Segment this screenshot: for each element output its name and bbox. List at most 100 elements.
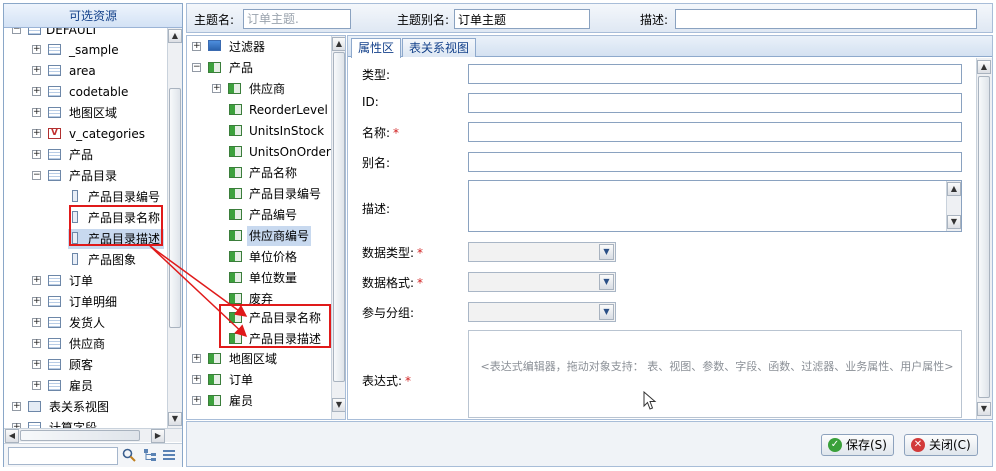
resource-search-input[interactable] (8, 447, 118, 465)
expand-icon[interactable]: + (32, 129, 41, 138)
expand-icon[interactable]: + (32, 108, 41, 117)
tree-node-product[interactable]: + 产品 (28, 145, 167, 165)
scroll-down-icon[interactable]: ▼ (977, 402, 991, 416)
expand-icon[interactable]: + (192, 375, 201, 384)
expression-editor[interactable]: <表达式编辑器，拖动对象支持： 表、视图、参数、字段、函数、过滤器、业务属性、用… (468, 330, 962, 418)
tree-node-employee[interactable]: + 雇员 (28, 376, 167, 396)
scroll-down-icon[interactable]: ▼ (332, 398, 345, 412)
tree-field-supplier-id[interactable]: 供应商编号 (227, 226, 331, 246)
tree-node-area[interactable]: + area (28, 61, 167, 81)
id-input[interactable] (468, 93, 962, 113)
tree-node-filters[interactable]: + 过滤器 (189, 37, 329, 57)
tree-field-category-id[interactable]: 产品目录编号 (227, 184, 331, 204)
scroll-thumb[interactable] (978, 76, 990, 398)
tree-node-product[interactable]: − 产品 (189, 58, 329, 78)
name-input[interactable] (468, 122, 962, 142)
tree-field-units-on-order[interactable]: UnitsOnOrder (227, 142, 331, 162)
scroll-up-icon[interactable]: ▲ (977, 60, 991, 74)
tree-node-product-category[interactable]: − 产品目录 (28, 166, 167, 186)
resource-tree-horizontal-scrollbar[interactable]: ◀ ▶ (4, 428, 182, 443)
expand-icon[interactable]: + (32, 360, 41, 369)
scroll-up-icon[interactable]: ▲ (947, 182, 961, 196)
tree-node-shipper[interactable]: + 发货人 (28, 313, 167, 333)
tree-node-codetable[interactable]: + codetable (28, 82, 167, 102)
tree-field-product-name[interactable]: 产品名称 (227, 163, 331, 183)
tree-field-unit-quantity[interactable]: 单位数量 (227, 268, 331, 288)
tree-node-v-categories[interactable]: + V v_categories (28, 124, 167, 144)
description-scrollbar[interactable]: ▲ ▼ (946, 181, 961, 231)
alias-input[interactable] (468, 152, 962, 172)
scroll-thumb[interactable] (333, 52, 345, 382)
list-view-icon[interactable] (162, 448, 176, 462)
collapse-icon[interactable]: − (12, 28, 21, 34)
expand-icon[interactable]: + (12, 402, 21, 411)
expand-icon[interactable]: + (192, 354, 201, 363)
tree-node-default[interactable]: − DEFAULT (8, 28, 167, 40)
subject-tree-scrollbar[interactable]: ▲ ▼ (331, 36, 345, 419)
tree-view-icon[interactable] (143, 448, 157, 462)
tree-node-order[interactable]: + 订单 (189, 370, 329, 390)
tree-field-units-in-stock[interactable]: UnitsInStock (227, 121, 331, 141)
name-label-text: 名称: (362, 126, 391, 140)
tree-node-order[interactable]: + 订单 (28, 271, 167, 291)
id-label: ID: (362, 95, 379, 109)
expand-icon[interactable]: + (32, 66, 41, 75)
tree-field-product-id[interactable]: 产品编号 (227, 205, 331, 225)
tab-table-relation-view[interactable]: 表关系视图 (402, 38, 477, 57)
expand-icon[interactable]: + (32, 297, 41, 306)
tree-node-supplier[interactable]: + 供应商 (28, 334, 167, 354)
scroll-up-icon[interactable]: ▲ (168, 29, 182, 43)
close-button[interactable]: ✕ 关闭(C) (904, 434, 978, 456)
tree-field-unit-price[interactable]: 单位价格 (227, 247, 331, 267)
type-input[interactable] (468, 64, 962, 84)
chevron-down-icon[interactable]: ▼ (599, 274, 614, 290)
chevron-down-icon[interactable]: ▼ (599, 244, 614, 260)
table-icon (48, 86, 61, 97)
tree-node-supplier[interactable]: + 供应商 (209, 79, 329, 99)
tree-field-reorder-level[interactable]: ReorderLevel (227, 100, 331, 120)
description-input[interactable] (675, 9, 977, 29)
expand-icon[interactable]: + (192, 396, 201, 405)
expand-icon[interactable]: + (32, 150, 41, 159)
expand-icon[interactable]: + (32, 87, 41, 96)
collapse-icon[interactable]: − (32, 171, 41, 180)
expand-icon[interactable]: + (32, 339, 41, 348)
scroll-thumb[interactable] (169, 88, 181, 328)
chevron-down-icon[interactable]: ▼ (599, 304, 614, 320)
tree-node-calculated-fields[interactable]: + 计算字段 (8, 418, 167, 428)
expand-icon[interactable]: + (32, 318, 41, 327)
expand-icon[interactable]: + (32, 276, 41, 285)
scroll-right-icon[interactable]: ▶ (151, 429, 165, 443)
tree-node-map-region[interactable]: + 地图区域 (189, 349, 329, 369)
scroll-thumb[interactable] (20, 430, 140, 441)
tree-node-employee[interactable]: + 雇员 (189, 391, 329, 411)
tree-field-product-image[interactable]: 产品图象 (68, 250, 167, 270)
tree-node-customer[interactable]: + 顾客 (28, 355, 167, 375)
expand-icon[interactable]: + (32, 381, 41, 390)
grouping-select[interactable]: ▼ (468, 302, 616, 322)
tree-field-category-id[interactable]: 产品目录编号 (68, 187, 167, 207)
search-icon[interactable] (122, 448, 136, 462)
save-button[interactable]: ✓ 保存(S) (821, 434, 894, 456)
scroll-left-icon[interactable]: ◀ (5, 429, 19, 443)
collapse-icon[interactable]: − (192, 63, 201, 72)
resource-tree-vertical-scrollbar[interactable]: ▲ ▼ (167, 28, 182, 428)
tree-node-order-detail[interactable]: + 订单明细 (28, 292, 167, 312)
expand-icon[interactable]: + (32, 45, 41, 54)
scroll-up-icon[interactable]: ▲ (332, 37, 345, 51)
tree-node-table-relation-view[interactable]: + 表关系视图 (8, 397, 167, 417)
expand-icon[interactable]: + (192, 42, 201, 51)
dataformat-select[interactable]: ▼ (468, 272, 616, 292)
subject-name-input[interactable] (243, 9, 351, 29)
description-textarea[interactable]: ▲ ▼ (468, 180, 962, 232)
expand-icon[interactable]: + (212, 84, 221, 93)
scroll-down-icon[interactable]: ▼ (947, 215, 961, 229)
datatype-select[interactable]: ▼ (468, 242, 616, 262)
tab-properties[interactable]: 属性区 (351, 38, 402, 58)
tree-node-map-region[interactable]: + 地图区域 (28, 103, 167, 123)
property-panel-scrollbar[interactable]: ▲ ▼ (976, 58, 992, 419)
tree-node-sample[interactable]: + _sample (28, 40, 167, 60)
expression-label: 表达式: * (362, 372, 411, 389)
subject-alias-input[interactable] (454, 9, 590, 29)
scroll-down-icon[interactable]: ▼ (168, 412, 182, 426)
